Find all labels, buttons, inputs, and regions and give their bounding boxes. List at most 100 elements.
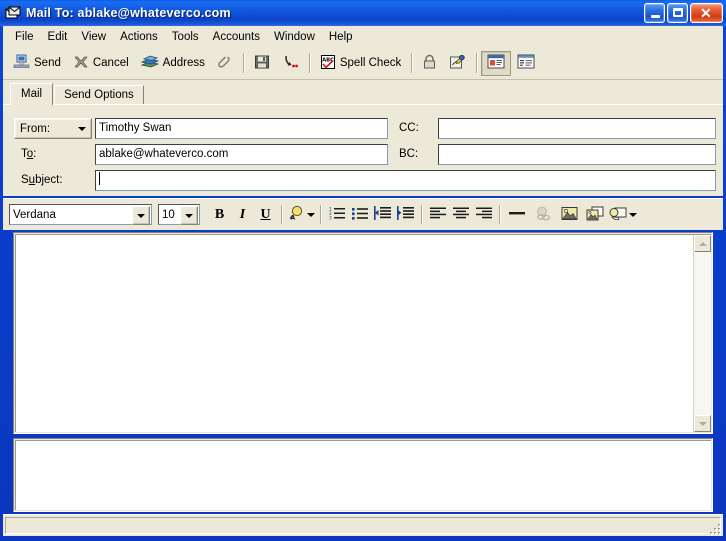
cancel-x-icon	[73, 54, 89, 73]
font-family-select[interactable]: Verdana	[9, 204, 152, 225]
scrollbar-track[interactable]	[694, 252, 711, 415]
subject-input[interactable]	[95, 170, 716, 191]
insert-image-button[interactable]	[556, 203, 582, 226]
chevron-up-icon	[698, 241, 707, 246]
body-vertical-scrollbar[interactable]	[693, 235, 711, 432]
send-button-label: Send	[34, 57, 61, 69]
underline-icon: U	[260, 206, 271, 222]
insert-link-icon	[535, 206, 552, 224]
save-floppy-icon	[254, 54, 270, 73]
attach-button[interactable]	[211, 51, 239, 76]
font-color-button[interactable]: A	[286, 203, 316, 226]
align-left-button[interactable]	[426, 203, 449, 226]
toolbar-separator	[308, 53, 310, 73]
insert-object-icon	[609, 206, 628, 224]
main-toolbar: Send Cancel Address ABC Spell Check	[3, 47, 723, 80]
encrypt-button[interactable]	[416, 51, 443, 76]
horizontal-rule-button[interactable]	[504, 203, 530, 226]
scroll-up-button[interactable]	[694, 235, 711, 252]
align-left-icon	[429, 207, 446, 223]
cc-label: CC:	[399, 122, 419, 134]
from-input[interactable]: Timothy Swan	[95, 118, 388, 139]
html-view-button[interactable]	[481, 50, 512, 76]
underline-button[interactable]: U	[254, 203, 277, 226]
maximize-button[interactable]	[667, 3, 688, 23]
menu-item-window[interactable]: Window	[267, 29, 322, 45]
chevron-down-icon[interactable]	[306, 212, 315, 217]
bulleted-list-button[interactable]	[348, 203, 371, 226]
chevron-down-icon[interactable]	[180, 206, 198, 225]
italic-button[interactable]: I	[231, 203, 254, 226]
bold-button[interactable]: B	[208, 203, 231, 226]
menu-item-actions[interactable]: Actions	[113, 29, 165, 45]
menu-item-view[interactable]: View	[74, 29, 113, 45]
chevron-down-icon	[698, 421, 707, 426]
chevron-down-icon[interactable]	[132, 206, 150, 225]
plain-text-view-button[interactable]	[511, 51, 541, 76]
decrease-indent-button[interactable]	[371, 203, 394, 226]
align-center-button[interactable]	[449, 203, 472, 226]
send-options-button[interactable]	[276, 51, 305, 76]
increase-indent-button[interactable]	[394, 203, 417, 226]
cancel-button[interactable]: Cancel	[67, 51, 135, 76]
format-separator	[281, 205, 282, 224]
toolbar-separator	[242, 53, 244, 73]
resize-grip[interactable]	[707, 521, 721, 535]
from-label: From:	[20, 122, 51, 135]
window-controls: ✕	[644, 3, 723, 23]
format-toolbar: Verdana 10 B I U A 1 2 3	[3, 198, 723, 230]
close-button[interactable]: ✕	[690, 3, 723, 23]
tab-send-options[interactable]: Send Options	[54, 85, 144, 104]
mail-compose-window: Mail To: ablake@whateverco.com ✕ File Ed…	[0, 0, 726, 541]
to-input[interactable]: ablake@whateverco.com	[95, 144, 388, 165]
scroll-down-button[interactable]	[694, 415, 711, 432]
chevron-down-icon	[78, 126, 86, 131]
spell-check-button[interactable]: ABC Spell Check	[314, 51, 407, 76]
attach-paperclip-icon	[217, 54, 233, 73]
bold-icon: B	[214, 206, 225, 222]
bc-label: BC:	[399, 148, 419, 160]
menu-item-accounts[interactable]: Accounts	[206, 29, 267, 45]
format-separator	[421, 205, 422, 224]
minimize-button[interactable]	[644, 3, 665, 23]
insert-link-button[interactable]	[530, 203, 556, 226]
font-size-select[interactable]: 10	[158, 204, 200, 225]
menu-item-tools[interactable]: Tools	[165, 29, 206, 45]
address-book-icon	[140, 54, 159, 73]
menu-item-file[interactable]: File	[8, 29, 41, 45]
lock-security-icon	[422, 54, 437, 73]
text-caret	[99, 172, 100, 185]
toolbar-separator	[476, 53, 478, 73]
tab-mail[interactable]: Mail	[10, 83, 54, 105]
format-separator	[499, 205, 500, 224]
spell-check-button-label: Spell Check	[339, 57, 402, 69]
menu-item-edit[interactable]: Edit	[41, 29, 75, 45]
cancel-button-label: Cancel	[92, 57, 129, 69]
send-button[interactable]: Send	[7, 51, 67, 76]
digital-signature-button[interactable]	[443, 51, 472, 76]
bulleted-list-icon	[351, 206, 368, 223]
send-options-icon	[282, 54, 299, 73]
message-body-area	[13, 232, 713, 434]
align-right-button[interactable]	[472, 203, 495, 226]
save-draft-button[interactable]	[248, 51, 276, 76]
tab-strip: Mail Send Options	[3, 80, 723, 105]
menu-item-help[interactable]: Help	[322, 29, 360, 45]
message-body-input[interactable]	[16, 235, 694, 432]
attachment-panel[interactable]	[13, 438, 713, 512]
align-center-icon	[452, 207, 469, 223]
chevron-down-icon[interactable]	[629, 212, 637, 217]
cc-input[interactable]	[438, 118, 716, 139]
horizontal-rule-icon	[508, 207, 526, 222]
numbered-list-button[interactable]: 1 2 3	[325, 203, 348, 226]
insert-object-button[interactable]	[608, 203, 638, 226]
status-bar-panel	[5, 517, 721, 534]
address-button[interactable]: Address	[135, 51, 211, 76]
insert-background-image-button[interactable]	[582, 203, 608, 226]
font-size-value: 10	[162, 208, 175, 221]
bc-input[interactable]	[438, 144, 716, 165]
decrease-indent-icon	[374, 206, 391, 223]
from-dropdown[interactable]: From:	[14, 118, 92, 139]
attachment-list[interactable]	[15, 440, 711, 510]
plain-text-view-icon	[517, 54, 535, 72]
